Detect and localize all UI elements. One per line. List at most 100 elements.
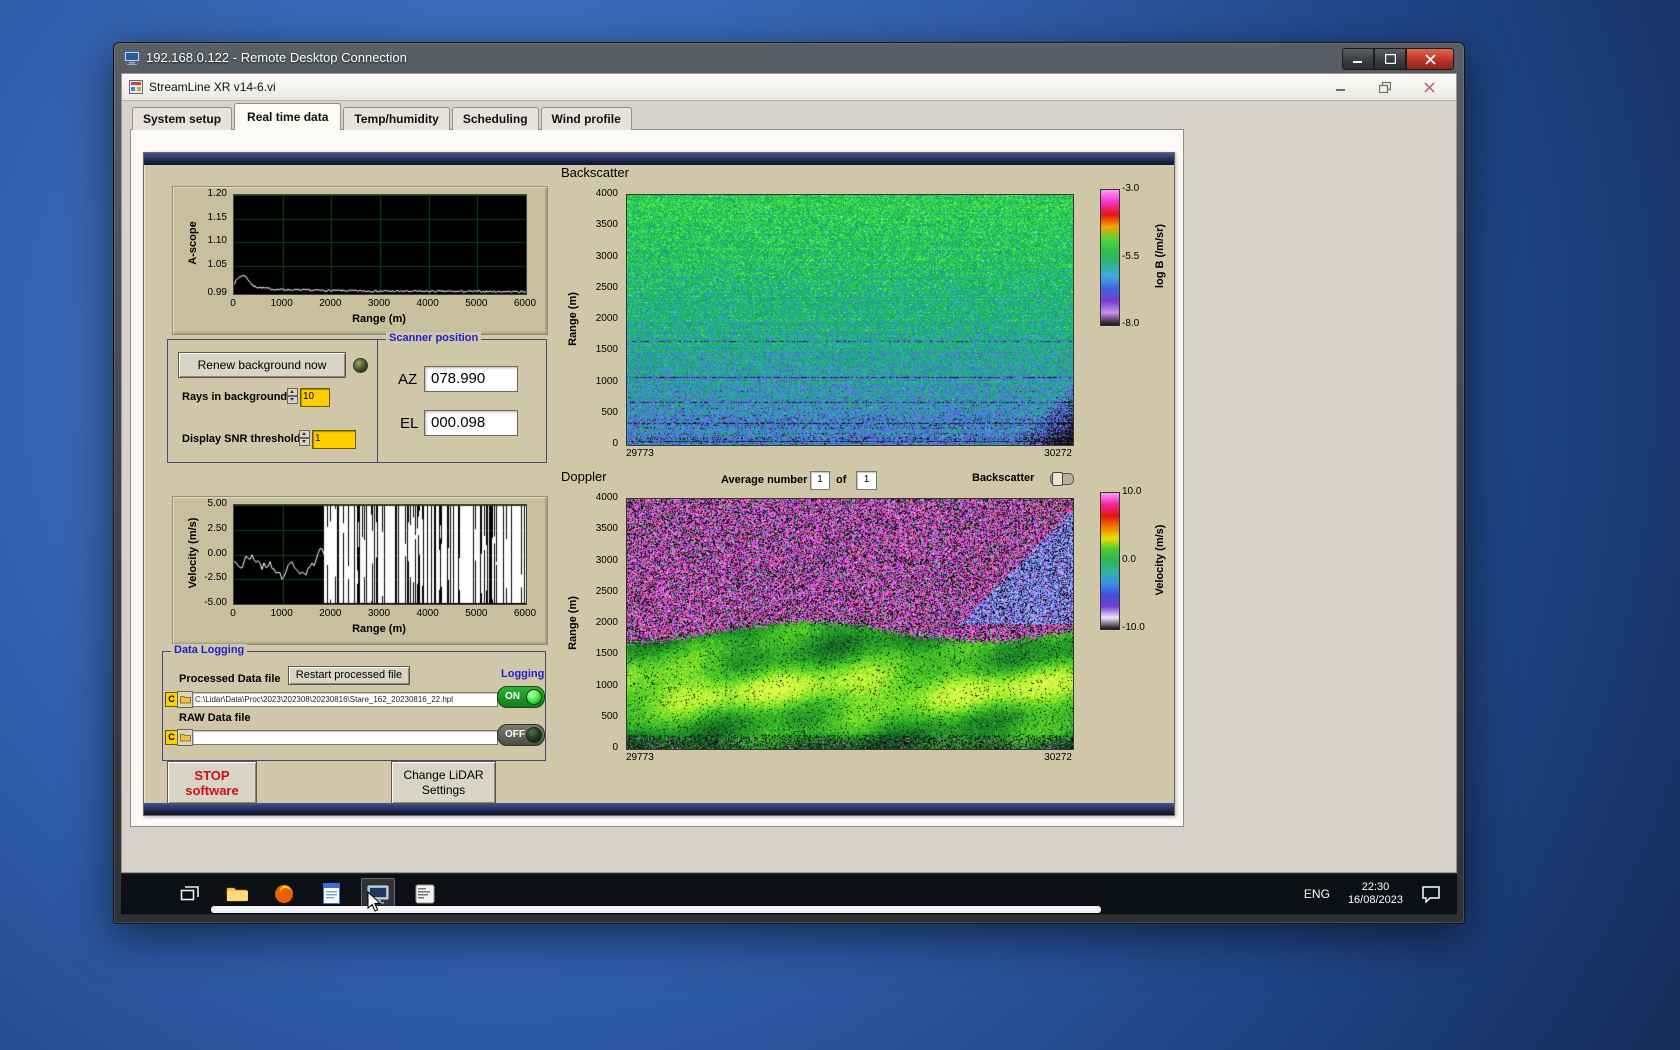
y-axis-ticks: 4000 3500 3000 2500 2000 1500 1000 500 0 [574,188,618,449]
tick-label: 29773 [626,752,654,763]
tick-label: 3500 [595,219,618,231]
tick-label: 10.0 [1122,486,1142,497]
firefox-icon[interactable] [267,878,301,909]
tab-system-setup[interactable]: System setup [132,107,233,130]
change-line2: Settings [421,782,466,797]
remote-desktop-session: StreamLine XR v14-6.vi System setup Real… [121,73,1457,915]
processed-browse-button[interactable] [177,691,193,708]
folder-icon [179,734,191,742]
rdp-close-button[interactable] [1406,48,1454,70]
tab-wind-profile[interactable]: Wind profile [540,107,632,130]
app-window: StreamLine XR v14-6.vi System setup Real… [121,73,1457,873]
tick-label: 2000 [319,608,342,619]
az-label: AZ [398,371,418,388]
app-close-button[interactable] [1414,78,1444,96]
rdp-window: 192.168.0.122 - Remote Desktop Connectio… [113,42,1465,924]
average-of-field[interactable]: 1 [856,471,877,490]
tick-label: -2.50 [204,572,227,584]
tick-label: 1.20 [207,188,227,199]
snr-threshold-label: Display SNR threshold [182,433,301,445]
tick-label: 500 [601,710,618,722]
horizontal-scrollbar[interactable] [211,906,1101,913]
renew-led-indicator [353,358,368,373]
raw-path-field[interactable] [192,730,498,745]
tick-label: 1500 [595,344,618,356]
raw-browse-button[interactable] [177,729,193,746]
doppler-section-label: Doppler [561,469,607,484]
processed-path-field[interactable]: C:\Lidar\Data\Proc\2023\202308\20230816\… [192,692,498,707]
tick-label: 2500 [595,281,618,293]
average-number-field[interactable]: 1 [810,471,830,490]
backscatter-display-toggle[interactable] [1050,472,1074,486]
restart-processed-file-button[interactable]: Restart processed file [288,666,410,685]
tick-label: -8.0 [1122,318,1140,329]
tick-label: 4000 [416,608,439,619]
tick-label: 3000 [367,298,391,309]
snr-value-field[interactable]: 1 [312,430,356,449]
scanner-position-group: Scanner position AZ 078.990 EL 000.098 [377,332,547,463]
rays-spinner[interactable] [287,388,298,405]
stop-line2: software [185,782,239,798]
task-view-icon[interactable] [173,878,207,909]
x-axis-ticks: 29773 30272 [626,752,1072,764]
panel-top-band [144,153,1174,165]
az-value-field: 078.990 [424,366,518,392]
sign-scheduler-icon[interactable] [408,878,442,909]
velocity-xlabel: Range (m) [352,623,406,635]
notification-icon[interactable] [1421,885,1441,903]
logging-off-led [526,727,542,743]
tick-label: 4000 [595,188,618,199]
renew-background-button[interactable]: Renew background now [178,352,346,378]
el-value-field: 000.098 [424,410,518,436]
logging-on-led [526,689,542,705]
processed-logging-toggle[interactable]: ON [497,686,545,708]
tab-real-time-data[interactable]: Real time data [234,103,342,130]
file-explorer-icon[interactable] [220,878,254,909]
clock[interactable]: 22:30 16/08/2023 [1348,881,1403,907]
y-axis-ticks: 5.00 2.50 0.00 -2.50 -5.00 [173,497,227,644]
tick-label: 4000 [595,492,618,503]
tick-label: 6000 [513,608,537,619]
tick-label: 3000 [595,250,618,262]
remote-desktop-icon [124,51,140,65]
tick-label: 5000 [465,298,488,309]
tab-scheduling[interactable]: Scheduling [451,107,539,130]
app-restore-button[interactable] [1370,78,1400,96]
snr-spinner[interactable] [299,430,310,447]
stop-software-button[interactable]: STOP software [167,761,257,804]
rdp-minimize-button[interactable] [1342,48,1374,70]
tick-label: 0 [230,298,236,309]
x-axis-ticks: 0 1000 2000 3000 4000 5000 6000 [173,608,547,620]
tick-label: 2.50 [207,522,227,534]
rdp-window-title: 192.168.0.122 - Remote Desktop Connectio… [146,50,407,65]
rdp-maximize-button[interactable] [1374,48,1406,70]
desktop-background: 192.168.0.122 - Remote Desktop Connectio… [0,0,1680,1050]
tick-label: 5.00 [207,498,227,509]
notes-app-icon[interactable] [314,878,348,909]
tick-label: 0 [612,438,618,449]
change-lidar-settings-button[interactable]: Change LiDAR Settings [391,761,496,804]
backscatter-colorbar [1100,189,1120,326]
tab-temp-humidity[interactable]: Temp/humidity [343,107,450,130]
scanner-position-title: Scanner position [386,332,482,344]
backscatter-colorbar-label: log B (/m/sr) [1154,223,1166,289]
change-line1: Change LiDAR [403,767,484,782]
front-panel: A-scope 1.20 1.15 1.10 1.05 0.99 0 1000 2000 30… [143,152,1175,816]
doppler-colorbar [1100,492,1120,630]
backscatter-toggle-label: Backscatter [972,472,1035,484]
rdp-titlebar[interactable]: 192.168.0.122 - Remote Desktop Connectio… [114,43,1464,73]
app-minimize-button[interactable] [1326,78,1356,96]
backscatter-section-label: Backscatter [561,165,629,180]
tick-label: 1000 [595,679,618,691]
minimize-icon [1353,60,1362,63]
language-indicator[interactable]: ENG [1304,887,1330,901]
tick-label: -10.0 [1122,622,1145,633]
tab-page: A-scope 1.20 1.15 1.10 1.05 0.99 0 1000 2000 30… [130,129,1184,827]
background-controls-group: Renew background now Rays in background … [167,339,378,463]
raw-logging-toggle[interactable]: OFF [497,724,545,746]
tick-label: 500 [601,406,618,418]
a-scope-xlabel: Range (m) [352,313,406,325]
rays-value-field[interactable]: 10 [300,388,330,407]
tick-label: 1500 [595,648,618,660]
app-titlebar[interactable]: StreamLine XR v14-6.vi [122,74,1456,101]
